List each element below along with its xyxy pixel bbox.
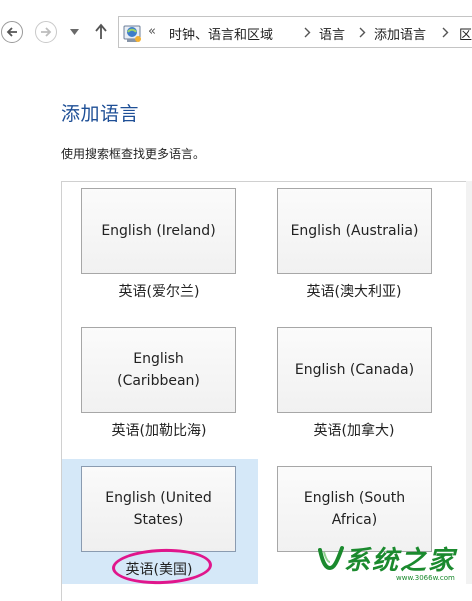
- language-tile: English (Ireland): [81, 188, 236, 274]
- arrow-right-icon: [41, 27, 52, 37]
- breadcrumb-separator-icon[interactable]: [442, 27, 449, 38]
- language-tile: English (Canada): [277, 327, 432, 413]
- watermark-url: www.3066w.com: [396, 574, 455, 582]
- breadcrumb-clock-language-region[interactable]: 时钟、语言和区域: [169, 24, 273, 43]
- address-bar[interactable]: « 时钟、语言和区域 语言 添加语言 区: [118, 16, 472, 48]
- watermark-text: 系统之家: [344, 546, 457, 576]
- language-caption: 英语(加勒比海): [111, 423, 207, 439]
- language-item-english-caribbean[interactable]: English (Caribbean) 英语(加勒比海): [68, 320, 258, 450]
- breadcrumb-separator-icon[interactable]: [359, 27, 366, 38]
- language-item-english-australia[interactable]: English (Australia) 英语(澳大利亚): [266, 181, 456, 311]
- recent-locations-chevron-icon[interactable]: [70, 29, 79, 35]
- page-title: 添加语言: [61, 103, 140, 125]
- breadcrumb-separator-icon[interactable]: [304, 27, 311, 38]
- language-tile: English (United States): [81, 466, 236, 552]
- watermark-logo: 系统之家 www.3066w.com: [316, 538, 472, 584]
- overflow-chevrons[interactable]: «: [148, 24, 156, 39]
- breadcrumb-add-language[interactable]: 添加语言: [374, 24, 426, 43]
- navigation-bar: « 时钟、语言和区域 语言 添加语言 区: [0, 0, 472, 62]
- language-item-english-canada[interactable]: English (Canada) 英语(加拿大): [266, 320, 456, 450]
- page-subtitle: 使用搜索框查找更多语言。: [61, 147, 206, 161]
- breadcrumb-region-truncated[interactable]: 区: [459, 24, 472, 43]
- language-tile: English (Australia): [277, 188, 432, 274]
- control-panel-icon: [123, 25, 141, 42]
- language-caption: 英语(爱尔兰): [118, 284, 200, 300]
- scroll-area-edge: [466, 181, 472, 584]
- breadcrumb-language[interactable]: 语言: [319, 24, 345, 43]
- up-arrow-icon[interactable]: [95, 23, 107, 40]
- language-item-english-ireland[interactable]: English (Ireland) 英语(爱尔兰): [68, 181, 258, 311]
- language-tile: English (Caribbean): [81, 327, 236, 413]
- forward-button[interactable]: [35, 21, 57, 43]
- language-caption: 英语(澳大利亚): [306, 284, 402, 300]
- language-caption: 英语(加拿大): [313, 423, 395, 439]
- back-button[interactable]: [1, 21, 23, 43]
- arrow-left-icon: [6, 27, 17, 37]
- watermark-emblem-icon: [318, 546, 344, 571]
